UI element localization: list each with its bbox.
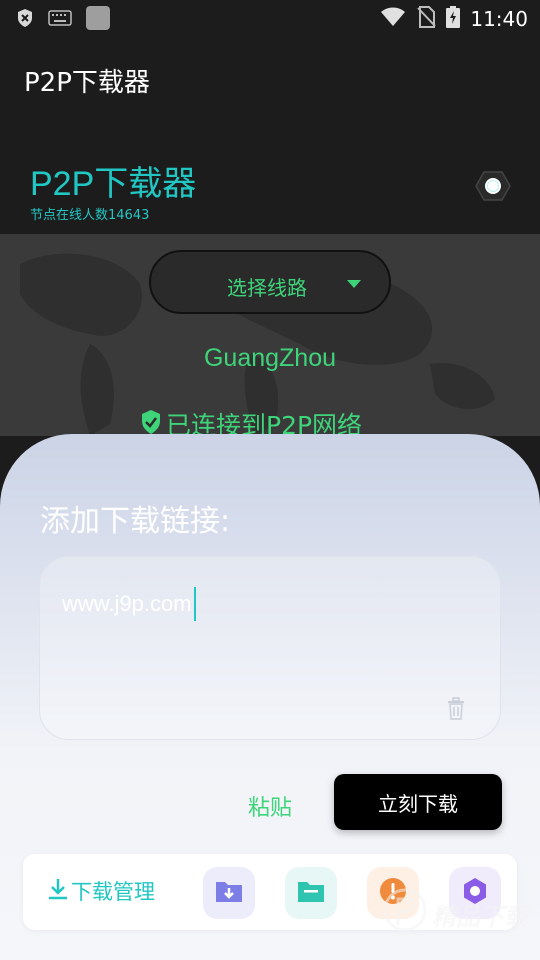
location-label: GuangZhou bbox=[203, 344, 337, 372]
download-now-button[interactable]: 立刻下载 bbox=[334, 774, 502, 830]
header: P2P下载器 节点在线人数14643 bbox=[0, 126, 540, 234]
sheet-title: 添加下载链接: bbox=[40, 504, 231, 539]
url-input-value: www.j9p.com bbox=[62, 587, 196, 621]
clock: 11:40 bbox=[470, 7, 528, 31]
folder-download-icon bbox=[214, 878, 244, 908]
battery-charging-icon bbox=[446, 6, 461, 32]
dropdown-arrow-icon bbox=[347, 280, 361, 288]
folder-button[interactable] bbox=[285, 867, 337, 919]
connection-status-icon[interactable] bbox=[475, 170, 511, 202]
folder-icon bbox=[296, 878, 326, 908]
app-bar: P2P下载器 bbox=[0, 36, 540, 126]
status-bar-right: 11:40 bbox=[380, 6, 528, 32]
download-arrow-icon bbox=[47, 877, 69, 905]
folder-download-button[interactable] bbox=[203, 867, 255, 919]
wifi-icon bbox=[380, 7, 406, 31]
watermark-logo bbox=[383, 888, 427, 932]
text-caret bbox=[193, 587, 196, 621]
no-sim-icon bbox=[416, 6, 437, 32]
url-text: www.j9p.com bbox=[62, 591, 192, 616]
keyboard-icon bbox=[48, 10, 72, 30]
brand-title: P2P下载器 bbox=[30, 165, 197, 203]
route-select-label: 选择线路 bbox=[227, 276, 307, 300]
watermark-text: 精品下载 bbox=[432, 903, 528, 931]
url-input[interactable]: www.j9p.com bbox=[39, 556, 501, 740]
route-select[interactable]: 选择线路 bbox=[149, 250, 391, 314]
shield-x-icon bbox=[16, 8, 34, 32]
trash-icon[interactable] bbox=[446, 697, 466, 721]
connection-status: 已连接到P2P网络 bbox=[140, 406, 362, 436]
shield-check-icon bbox=[140, 409, 162, 436]
download-manage-button[interactable]: 下载管理 bbox=[47, 876, 155, 906]
app-square-icon bbox=[86, 6, 110, 34]
status-bar: 11:40 bbox=[0, 0, 540, 36]
connection-status-text: 已连接到P2P网络 bbox=[166, 411, 363, 436]
download-manage-label: 下载管理 bbox=[71, 880, 155, 904]
app-title: P2P下载器 bbox=[24, 68, 150, 98]
status-bar-left bbox=[16, 6, 110, 34]
node-count: 节点在线人数14643 bbox=[30, 208, 150, 223]
paste-button[interactable]: 粘贴 bbox=[248, 790, 292, 822]
world-map: 选择线路 GuangZhou 已连接到P2P网络 bbox=[0, 234, 540, 436]
watermark: 精品下载 bbox=[380, 875, 540, 960]
